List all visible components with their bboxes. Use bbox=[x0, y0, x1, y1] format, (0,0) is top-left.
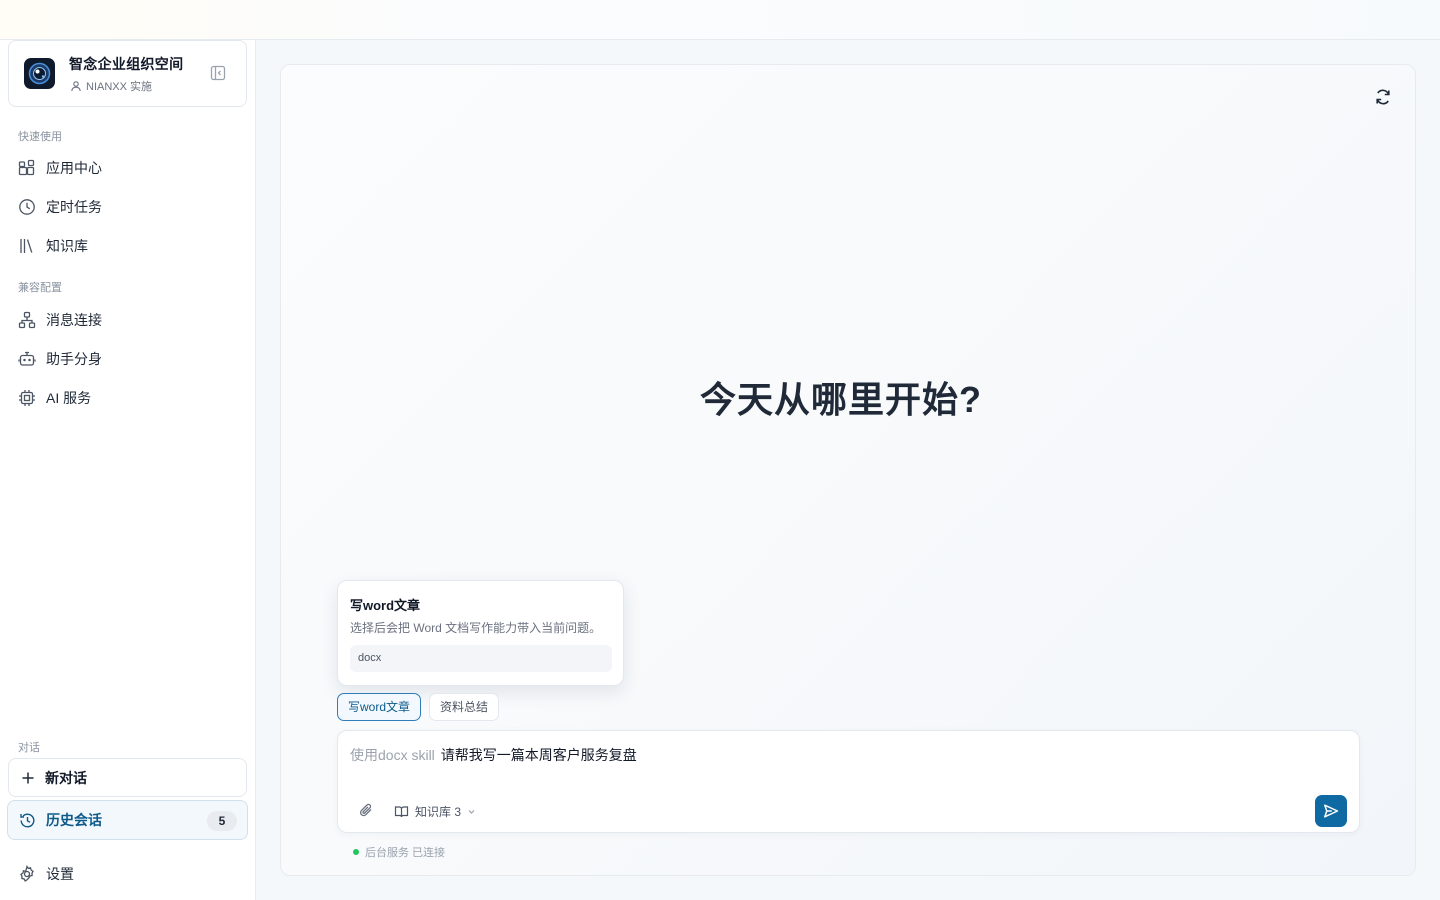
workspace-card[interactable]: 智念企业组织空间 NIANXX 实施 bbox=[8, 40, 247, 107]
nav-item-label: 知识库 bbox=[46, 238, 88, 254]
knowledge-base-label: 知识库 3 bbox=[415, 804, 462, 819]
composer[interactable]: 使用docx skill 请帮我写一篇本周客户服务复盘 知识库 3 bbox=[337, 730, 1360, 833]
history-button[interactable]: 历史会话 5 bbox=[7, 800, 248, 840]
nav-item-label: 消息连接 bbox=[46, 312, 102, 328]
nav-item-label: 助手分身 bbox=[46, 351, 102, 367]
backend-status: 后台服务 已连接 bbox=[353, 844, 445, 860]
nav-item-label: AI 服务 bbox=[46, 390, 92, 406]
nav-item-message-connect[interactable]: 消息连接 bbox=[8, 303, 247, 337]
sidebar-collapse-icon[interactable] bbox=[210, 65, 226, 81]
section-label-compat: 兼容配置 bbox=[18, 282, 62, 294]
chevron-down-icon bbox=[468, 809, 475, 814]
network-icon bbox=[18, 311, 36, 329]
nav-item-assistant-clone[interactable]: 助手分身 bbox=[8, 342, 247, 376]
nav-item-label: 应用中心 bbox=[46, 160, 102, 176]
nav-item-knowledge-base[interactable]: 知识库 bbox=[8, 229, 247, 263]
composer-text: 请帮我写一篇本周客户服务复盘 bbox=[440, 747, 637, 763]
top-bar bbox=[0, 0, 1440, 40]
workspace-subtitle: NIANXX 实施 bbox=[70, 78, 152, 94]
history-icon bbox=[20, 813, 35, 827]
nav-item-scheduled-tasks[interactable]: 定时任务 bbox=[8, 190, 247, 224]
nav-item-label: 定时任务 bbox=[46, 199, 102, 215]
main-panel: 今天从哪里开始? 写word文章 选择后会把 Word 文档写作能力带入当前问题… bbox=[280, 64, 1416, 876]
new-chat-label: 新对话 bbox=[45, 769, 87, 786]
bot-icon bbox=[18, 351, 36, 366]
hero-title: 今天从哪里开始? bbox=[700, 379, 982, 420]
history-count-badge: 5 bbox=[207, 811, 237, 831]
popover-title: 写word文章 bbox=[350, 598, 421, 613]
clock-icon bbox=[19, 199, 35, 215]
chip-write-word[interactable]: 写word文章 bbox=[337, 693, 422, 721]
send-button[interactable] bbox=[1315, 795, 1347, 827]
composer-input[interactable]: 使用docx skill 请帮我写一篇本周客户服务复盘 bbox=[350, 745, 637, 765]
composer-skill-prefix: 使用docx skill bbox=[350, 747, 435, 763]
workspace-logo bbox=[24, 58, 55, 89]
book-icon bbox=[394, 805, 409, 817]
send-icon bbox=[1324, 804, 1339, 818]
nav-item-app-center[interactable]: 应用中心 bbox=[8, 151, 247, 185]
knowledge-base-selector[interactable]: 知识库 3 bbox=[394, 801, 476, 821]
history-label: 历史会话 bbox=[46, 812, 102, 828]
section-label-quick: 快速使用 bbox=[18, 131, 62, 143]
chip-summarize[interactable]: 资料总结 bbox=[429, 693, 500, 721]
workspace-subtitle-text: NIANXX 实施 bbox=[86, 81, 153, 93]
settings-label: 设置 bbox=[46, 866, 74, 882]
status-text: 后台服务 已连接 bbox=[365, 847, 446, 859]
skill-popover[interactable]: 写word文章 选择后会把 Word 文档写作能力带入当前问题。 docx bbox=[337, 580, 624, 686]
refresh-icon[interactable] bbox=[1373, 87, 1393, 107]
apps-icon bbox=[18, 159, 35, 176]
chip-icon bbox=[19, 390, 35, 406]
section-label-chat: 对话 bbox=[18, 742, 40, 754]
library-icon bbox=[20, 239, 33, 253]
popover-skill-tag: docx bbox=[350, 645, 612, 672]
plus-icon bbox=[22, 772, 34, 783]
nav-item-ai-service[interactable]: AI 服务 bbox=[8, 381, 247, 415]
workspace-title: 智念企业组织空间 bbox=[69, 56, 184, 72]
popover-description: 选择后会把 Word 文档写作能力带入当前问题。 bbox=[350, 621, 602, 635]
gear-icon bbox=[20, 865, 34, 882]
user-icon bbox=[71, 81, 81, 92]
new-chat-button[interactable]: 新对话 bbox=[8, 758, 247, 797]
status-dot bbox=[353, 849, 359, 855]
paperclip-icon[interactable] bbox=[358, 802, 374, 818]
sidebar: 智念企业组织空间 NIANXX 实施 快速使用 应用中心 定时任务 知识库 兼容… bbox=[0, 40, 256, 900]
settings-button[interactable]: 设置 bbox=[8, 857, 247, 891]
